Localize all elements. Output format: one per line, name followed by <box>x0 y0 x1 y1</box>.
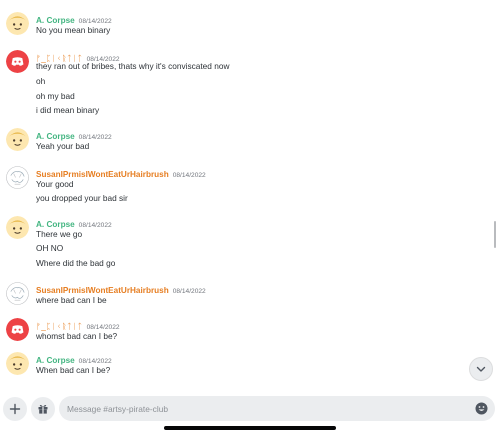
avatar[interactable] <box>6 352 29 375</box>
message-header: A. Corpse 08/14/2022 <box>36 353 112 365</box>
cartoon-face-avatar-icon <box>6 352 29 375</box>
gift-icon <box>38 404 48 414</box>
message-text: whomst bad can I be? <box>36 331 118 341</box>
message-text: When bad can I be? <box>36 365 111 375</box>
author-name[interactable]: A. Corpse <box>36 16 75 25</box>
author-name[interactable]: SusanIPrmisIWontEatUrHairbrush <box>36 286 169 295</box>
message-text: Where did the bad go <box>36 258 116 268</box>
gift-button[interactable] <box>31 397 55 421</box>
author-name[interactable]: A. Corpse <box>36 356 75 365</box>
cartoon-face-avatar-icon <box>6 128 29 151</box>
message-header: ᚠ_ᛈᛁᚲᚱᛏᛁᛏ 08/14/2022 <box>36 319 120 331</box>
discord-logo-avatar-icon <box>6 318 29 341</box>
emoji-button[interactable] <box>475 402 488 415</box>
author-name[interactable]: ᚠ_ᛈᛁᚲᚱᛏᛁᛏ <box>36 322 83 331</box>
timestamp: 08/14/2022 <box>78 18 112 25</box>
avatar[interactable] <box>6 166 29 189</box>
avatar[interactable] <box>6 128 29 151</box>
author-name[interactable]: SusanIPrmisIWontEatUrHairbrush <box>36 170 169 179</box>
avatar[interactable] <box>6 216 29 239</box>
timestamp: 08/14/2022 <box>172 172 206 179</box>
timestamp: 08/14/2022 <box>172 288 206 295</box>
timestamp: 08/14/2022 <box>78 222 112 229</box>
message-input-container <box>59 396 495 421</box>
message-text: No you mean binary <box>36 25 111 35</box>
message-text: OH NO <box>36 243 64 253</box>
timestamp: 08/14/2022 <box>78 134 112 141</box>
scrollbar[interactable] <box>494 221 496 248</box>
add-attachment-button[interactable] <box>3 397 27 421</box>
emoji-icon <box>475 402 488 415</box>
cartoon-face-avatar-icon <box>6 216 29 239</box>
home-indicator[interactable] <box>164 426 336 430</box>
timestamp: 08/14/2022 <box>86 324 120 331</box>
author-name[interactable]: A. Corpse <box>36 132 75 141</box>
avatar[interactable] <box>6 282 29 305</box>
chevron-down-icon <box>476 366 486 372</box>
message-input[interactable] <box>67 396 467 421</box>
author-name[interactable]: A. Corpse <box>36 220 75 229</box>
avatar[interactable] <box>6 50 29 73</box>
message-text: oh <box>36 76 46 86</box>
message-header: A. Corpse 08/14/2022 <box>36 217 112 229</box>
avatar[interactable] <box>6 318 29 341</box>
message-text: There we go <box>36 229 83 239</box>
message-header: A. Corpse 08/14/2022 <box>36 13 112 25</box>
message-text: Yeah your bad <box>36 141 90 151</box>
message-text: they ran out of bribes, thats why it's c… <box>36 61 230 71</box>
message-header: SusanIPrmisIWontEatUrHairbrush 08/14/2022 <box>36 283 206 295</box>
cartoon-face-avatar-icon <box>6 12 29 35</box>
discord-logo-avatar-icon <box>6 50 29 73</box>
message-text: where bad can I be <box>36 295 107 305</box>
message-header: A. Corpse 08/14/2022 <box>36 129 112 141</box>
timestamp: 08/14/2022 <box>78 358 112 365</box>
message-header: SusanIPrmisIWontEatUrHairbrush 08/14/2022 <box>36 167 206 179</box>
message-text: you dropped your bad sir <box>36 193 128 203</box>
message-list[interactable]: A. Corpse 08/14/2022 No you mean binary ᚠ… <box>0 0 500 392</box>
message-text: oh my bad <box>36 91 75 101</box>
jump-to-bottom-button[interactable] <box>469 357 493 381</box>
message-text: i did mean binary <box>36 105 100 115</box>
message-text: Your good <box>36 179 74 189</box>
sketch-avatar-icon <box>6 166 29 189</box>
avatar[interactable] <box>6 12 29 35</box>
sketch-avatar-icon <box>6 282 29 305</box>
plus-icon <box>9 403 21 415</box>
